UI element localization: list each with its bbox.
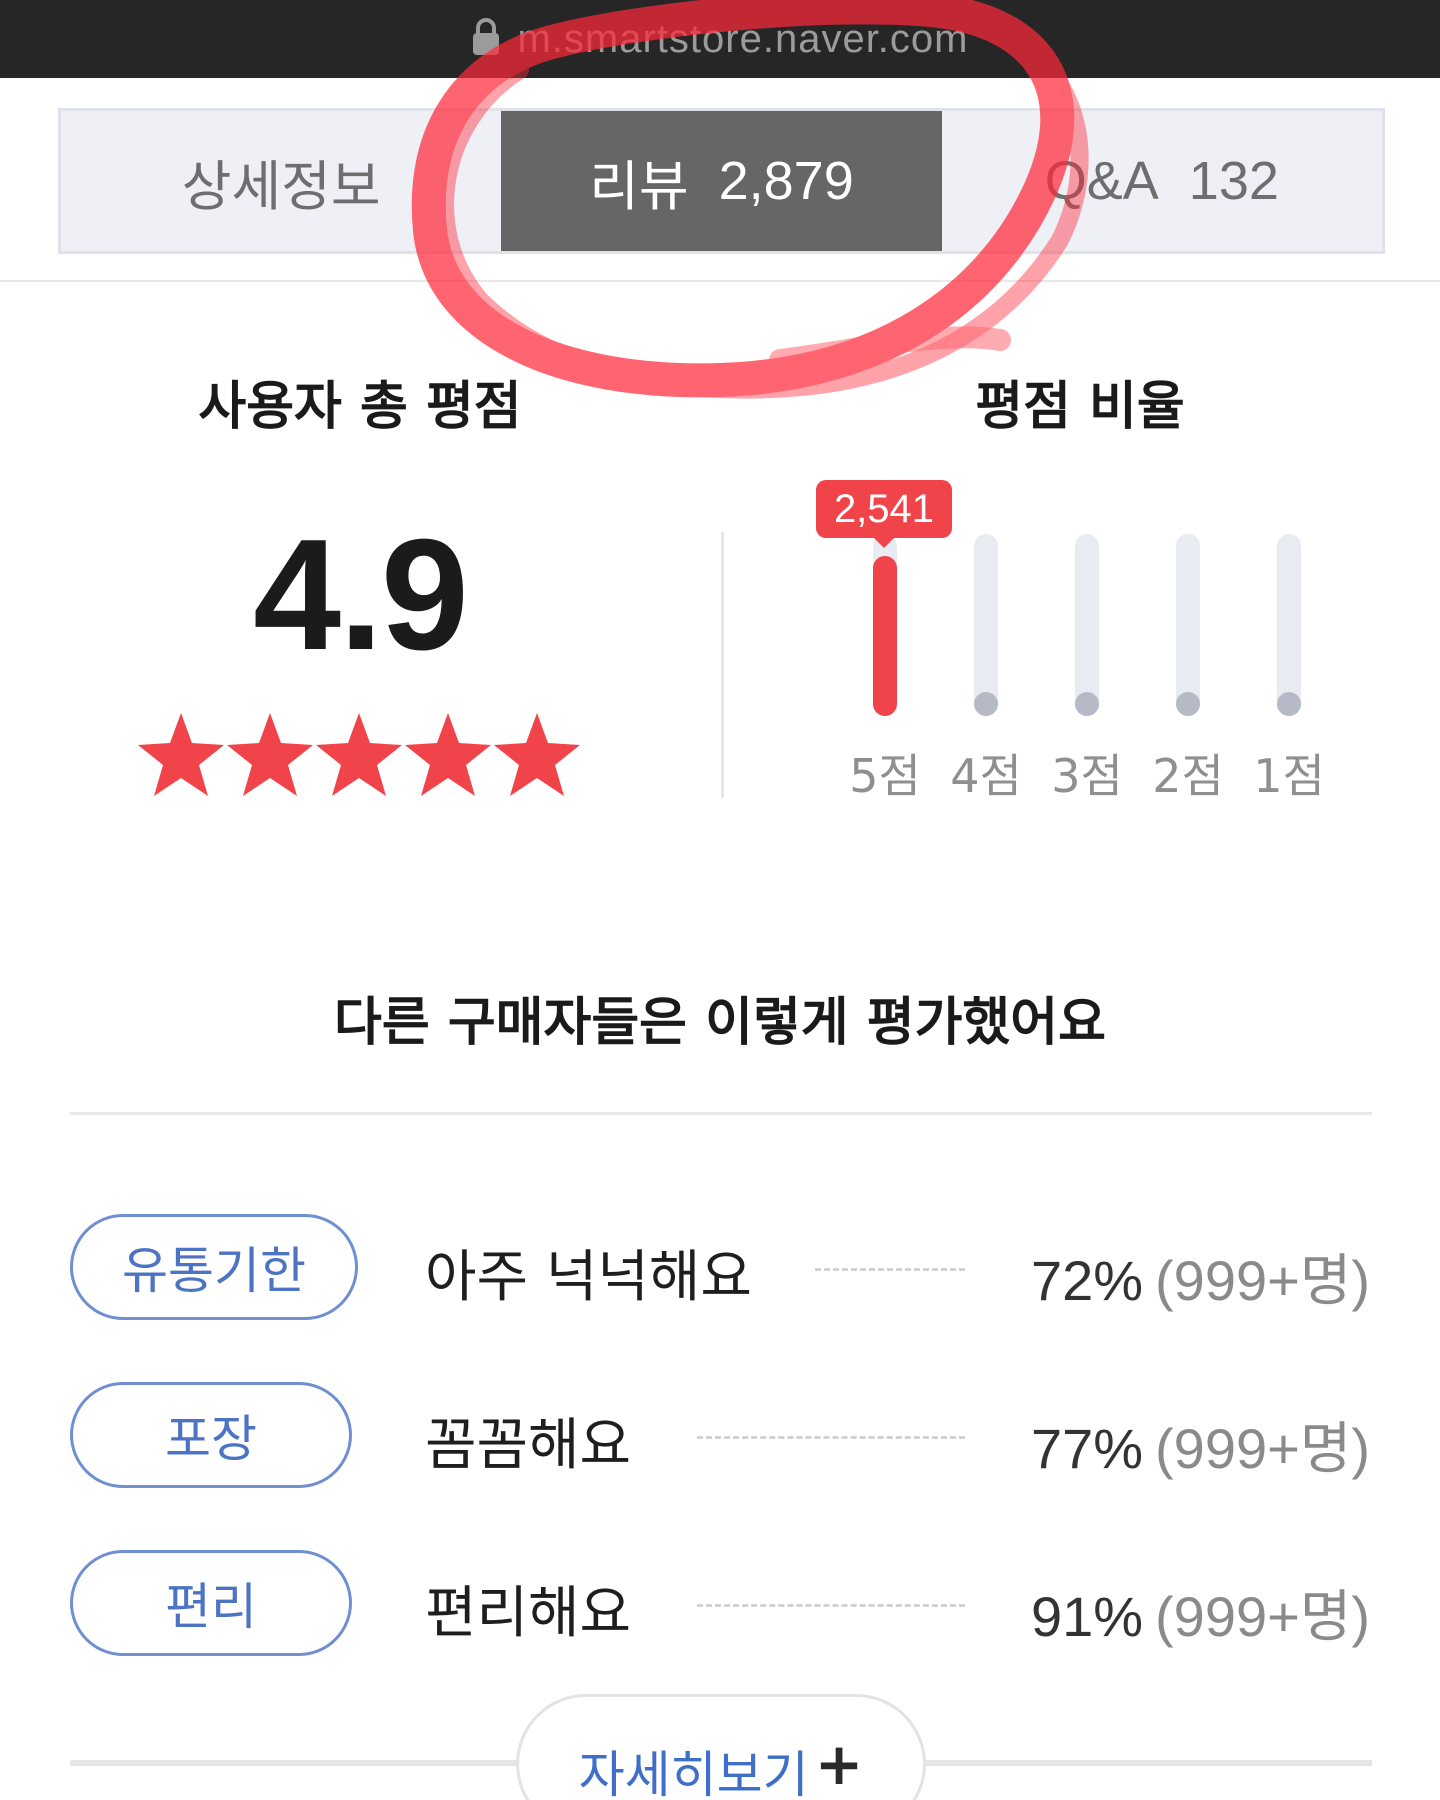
tab-qna-count: 132 (1188, 151, 1279, 211)
bar-dot (1075, 692, 1099, 716)
evaluation-percent: 72% (1030, 1249, 1144, 1312)
star-icon (403, 710, 493, 800)
bar-label: 1점 (1253, 749, 1325, 803)
evaluation-percent: 91% (1030, 1585, 1144, 1648)
rating-bar-3: 3점 (1042, 470, 1132, 810)
average-score: 4.9 (253, 507, 469, 683)
tabs-divider (0, 280, 1440, 282)
tag-label: 포장 (165, 1410, 257, 1468)
tab-reviews-label: 리뷰 (589, 156, 689, 217)
evaluation-title: 다른 구매자들은 이렇게 평가했어요 (334, 993, 1106, 1053)
bar-track (873, 534, 897, 716)
tag-expiry[interactable]: 유통기한 (70, 1214, 358, 1320)
evaluation-row: 편리 편리해요 91% (999+명) (70, 1550, 1370, 1656)
bar-dot (1176, 692, 1200, 716)
dotted-leader (815, 1268, 965, 1271)
star-icon (314, 710, 404, 800)
rating-bar-5: 5점 2,541 (816, 470, 952, 810)
bar-dot (1277, 692, 1301, 716)
view-more-button[interactable]: 자세히보기 + (516, 1694, 926, 1800)
evaluation-result: 72% (999+명) (1031, 1236, 1370, 1317)
evaluation-text: 편리해요 (425, 1581, 632, 1646)
tab-qna[interactable]: Q&A 132 (942, 111, 1382, 251)
star-icon (136, 710, 226, 800)
star-rating (136, 710, 596, 800)
star-icon (492, 710, 582, 800)
evaluation-result: 77% (999+명) (1031, 1404, 1370, 1485)
browser-url-bar[interactable]: m.smartstore.naver.com (0, 0, 1440, 78)
evaluation-result: 91% (999+명) (1031, 1572, 1370, 1653)
evaluation-row: 포장 꼼꼼해요 77% (999+명) (70, 1382, 1370, 1488)
dotted-leader (697, 1604, 965, 1607)
bar-track (974, 534, 998, 716)
red-highlight-circle (411, 0, 1089, 399)
tag-label: 편리 (165, 1578, 257, 1636)
tab-qna-label: Q&A (1044, 151, 1159, 211)
rating-bar-1: 1점 (1244, 470, 1334, 810)
evaluation-text: 아주 넉넉해요 (425, 1245, 752, 1310)
summary-divider (721, 532, 724, 798)
tab-bar: 상세정보 리뷰 2,879 Q&A 132 (58, 108, 1385, 254)
tab-reviews[interactable]: 리뷰 2,879 (501, 111, 942, 251)
rating-ratio-chart: 5점 2,541 4점 3점 2점 1점 (816, 470, 1330, 810)
url-text: m.smartstore.naver.com (517, 16, 969, 61)
tag-label: 유통기한 (122, 1242, 306, 1300)
tab-details[interactable]: 상세정보 (61, 111, 501, 251)
tag-convenience[interactable]: 편리 (70, 1550, 352, 1656)
bar-track (1075, 534, 1099, 716)
bar-label: 2점 (1152, 749, 1224, 803)
bar-fill (873, 556, 897, 716)
count-badge: 2,541 (816, 480, 952, 548)
bar-dot (974, 692, 998, 716)
bar-track (1176, 534, 1200, 716)
tab-details-label: 상세정보 (181, 156, 381, 217)
plus-icon: + (814, 1730, 864, 1798)
rating-bar-2: 2점 (1143, 470, 1233, 810)
tab-reviews-count: 2,879 (718, 151, 854, 211)
bar-label: 3점 (1051, 749, 1123, 803)
rating-ratio-title: 평점 비율 (975, 377, 1185, 437)
evaluation-percent: 77% (1030, 1417, 1144, 1480)
evaluation-text: 꼼꼼해요 (425, 1413, 632, 1478)
section-divider (70, 1112, 1372, 1115)
evaluation-row: 유통기한 아주 넉넉해요 72% (999+명) (70, 1214, 1370, 1320)
lock-icon (471, 17, 501, 61)
evaluation-count: (999+명) (1155, 1417, 1370, 1480)
rating-bar-4: 4점 (941, 470, 1031, 810)
star-icon (225, 710, 315, 800)
evaluation-count: (999+명) (1155, 1585, 1370, 1648)
bar-track (1277, 534, 1301, 716)
view-more-label: 자세히보기 (578, 1746, 809, 1800)
evaluation-count: (999+명) (1155, 1249, 1370, 1312)
total-rating-title: 사용자 총 평점 (198, 377, 522, 437)
dotted-leader (697, 1436, 965, 1439)
bar-label: 5점 (849, 749, 921, 803)
tag-packaging[interactable]: 포장 (70, 1382, 352, 1488)
bar-label: 4점 (950, 749, 1022, 803)
